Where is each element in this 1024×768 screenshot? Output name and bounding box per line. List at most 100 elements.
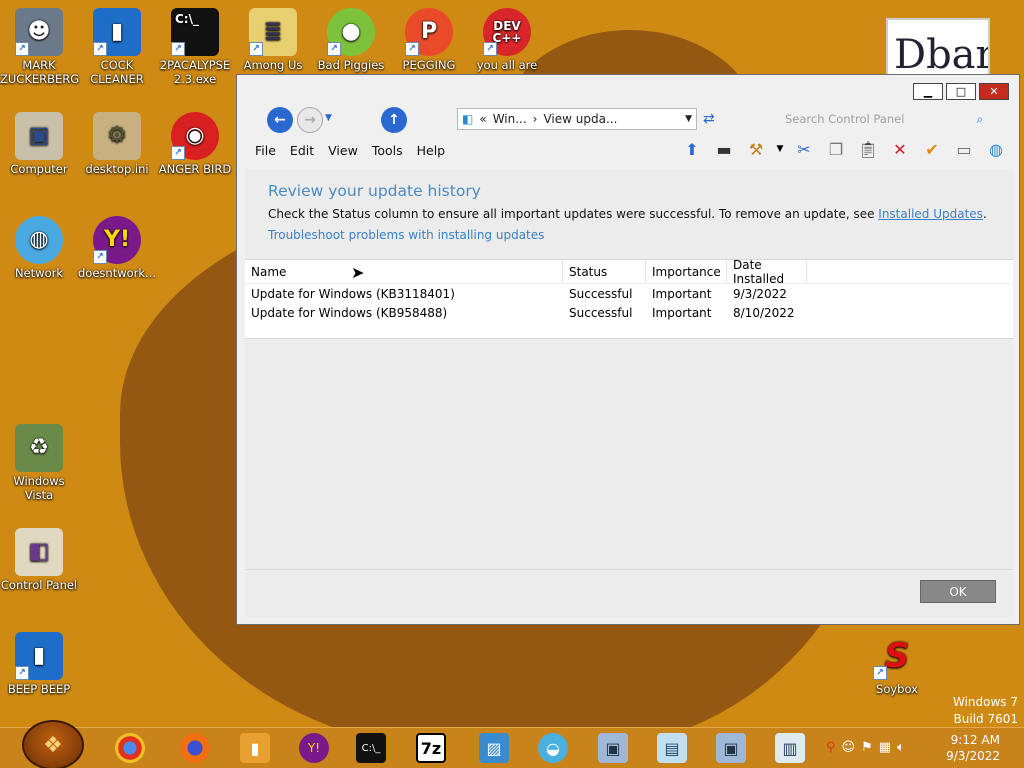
desktop-icon-among-us[interactable]: ≣ ↗ Among Us [234,8,312,72]
p-logo-icon: P ↗ [405,8,453,56]
checkmark-icon[interactable]: ✔ [919,137,945,161]
notepad-icon[interactable]: ▤ [657,733,687,763]
installed-updates-link[interactable]: Installed Updates [878,207,983,221]
flag-icon[interactable]: ⚑ [861,740,873,755]
clock[interactable]: 9:12 AM 9/3/2022 [946,732,1000,764]
console-icon[interactable]: C:\_ [356,733,386,763]
minimize-button[interactable]: ▁ [913,83,943,100]
chevron-down-icon[interactable]: ▼ [775,137,785,161]
taskbar: ❖ ▮ Y! C:\_ 7z ▨ ◒ ▣ ▤ ▣ ▥ ⚲ ☺ ⚑ ▦ 🔈︎ 9:… [0,720,1024,768]
caption-buttons: ▁ □ ✕ [913,83,1009,100]
breadcrumb-windows-update[interactable]: Win... [493,112,527,126]
cell-name: Update for Windows (KB3118401) [251,286,455,301]
7zip-icon[interactable]: 7z [416,733,446,763]
breadcrumb-view-update-history[interactable]: View upda... [543,112,617,126]
cell-importance: Important [652,305,712,320]
back-button[interactable]: ← [267,107,293,133]
up-level-button[interactable]: ↑ [381,107,407,133]
chevron-down-icon[interactable]: ▼ [685,114,692,124]
desktop-icon-2pacalypse[interactable]: C:\_ ↗ 2PACALYPSE 2.3.exe [156,8,234,86]
desktop-icon-cock-cleaner[interactable]: ▮ ↗ COCK CLEANER [78,8,156,86]
desktop-icon-network[interactable]: ◍ Network [0,216,78,280]
document-stack-icon: ≣ ↗ [249,8,297,56]
firefox-icon[interactable] [180,733,210,763]
up-arrow-icon[interactable]: ⬆ [679,137,705,161]
volume-icon[interactable]: 🔈︎ [897,740,905,755]
properties-icon[interactable]: ▭ [951,137,977,161]
search-icon[interactable]: ⚲ [826,740,836,755]
toolbar: ⬆ ▬ ⚒ ▼ ✂ ❐ 📋︎ ✕ ✔ ▭ ◍ [679,137,1009,161]
column-date-installed[interactable]: Date Installed [727,258,807,286]
desktop-icon-anger-bird[interactable]: ◉ ↗ ANGER BIRD [156,112,234,176]
cell-date: 9/3/2022 [733,286,787,301]
page-title: Review your update history [268,182,481,200]
search-icon[interactable]: ⌕ [977,112,983,127]
menu-file[interactable]: File [255,143,276,158]
desktop-icon-mark-zuckerberg[interactable]: ☻ ↗ MARK ZUCKERBERG [0,8,79,86]
desktop-icon-pegging[interactable]: P ↗ PEGGING [390,8,468,72]
menu-tools[interactable]: Tools [372,143,403,158]
desktop-icon-windows-vista[interactable]: ♻ Windows Vista [0,424,78,502]
windows-build-watermark: Windows 7 Build 7601 [952,695,1018,726]
page-description: Check the Status column to ensure all im… [268,207,987,221]
start-button[interactable]: ❖ [22,720,84,768]
ok-button[interactable]: OK [920,580,996,603]
desktop-icon-desktop-ini[interactable]: ⚙ desktop.ini [78,112,156,176]
forward-button[interactable]: → [297,107,323,133]
book-icon[interactable]: ▮ [240,733,270,763]
column-importance[interactable]: Importance [646,260,727,283]
column-name[interactable]: Name [245,260,563,283]
view-update-history-window: ▁ □ ✕ ← → ▼ ↑ ◧ « Win... › View upda... … [236,74,1020,625]
computer-icon: ▣ [15,112,63,160]
angry-bird-icon: ◉ ↗ [171,112,219,160]
recent-pages-icon[interactable]: ▼ [325,113,332,123]
menu-edit[interactable]: Edit [290,143,314,158]
console-icon: C:\_ ↗ [171,8,219,56]
photo-icon[interactable]: ▨ [479,733,509,763]
network-tray-icon[interactable]: ▦ [879,740,891,755]
s-logo-icon: S ↗ [873,632,921,680]
menu-help[interactable]: Help [417,143,446,158]
desktop-icon-soybox[interactable]: S ↗ Soybox [858,632,936,696]
copy-icon[interactable]: ❐ [823,137,849,161]
cell-status: Successful [569,286,633,301]
chrome-icon[interactable] [115,733,145,763]
search-input[interactable]: Search Control Panel ⌕ [747,108,1007,130]
system-tray: ⚲ ☺ ⚑ ▦ 🔈︎ [826,740,905,755]
desktop-icon-control-panel[interactable]: ◧ Control Panel [0,528,78,592]
document-icon[interactable]: ▥ [775,733,805,763]
monitor-icon[interactable]: ▬ [711,137,737,161]
maximize-button[interactable]: □ [946,83,976,100]
refresh-icon[interactable]: ⇄ [703,111,715,127]
cell-importance: Important [652,286,712,301]
button-bar: OK [245,569,1013,617]
cell-status: Successful [569,305,633,320]
troubleshoot-link[interactable]: Troubleshoot problems with installing up… [268,228,544,242]
column-status[interactable]: Status [563,260,646,283]
delete-icon[interactable]: ✕ [887,137,913,161]
close-button[interactable]: ✕ [979,83,1009,100]
address-bar[interactable]: ◧ « Win... › View upda... ▼ [457,108,697,130]
menu-bar: File Edit View Tools Help [255,143,445,158]
desktop-icon-doesntwork[interactable]: Y! ↗ doesntwork... [78,216,156,280]
paste-icon[interactable]: 📋︎ [855,137,881,161]
pig-icon: ● ↗ [327,8,375,56]
breadcrumb-separator: › [532,112,538,126]
tools-icon[interactable]: ⚒ [743,137,769,161]
network-icon[interactable]: ▣ [598,733,628,763]
desktop-icon-you-all-are[interactable]: DEV C++ ↗ you all are [468,8,546,72]
shell-icon[interactable]: ◒ [538,733,568,763]
desktop-icon-beep-beep[interactable]: ▮ ↗ BEEP BEEP [0,632,78,696]
menu-view[interactable]: View [328,143,358,158]
table-row[interactable]: Update for Windows (KB958488) Successful… [245,303,1013,322]
desktop-icon-bad-piggies[interactable]: ● ↗ Bad Piggies [312,8,390,72]
yahoo-messenger-icon[interactable]: Y! [299,733,329,763]
messenger-tray-icon[interactable]: ☺ [842,740,856,755]
computer-icon[interactable]: ▣ [716,733,746,763]
cut-icon[interactable]: ✂ [791,137,817,161]
desktop-icon-computer[interactable]: ▣ Computer [0,112,78,176]
table-row[interactable]: Update for Windows (KB3118401) Successfu… [245,284,1013,303]
globe-icon[interactable]: ◍ [983,137,1009,161]
content-pane: Review your update history Check the Sta… [245,169,1013,617]
recycle-bin-icon: ♻ [15,424,63,472]
